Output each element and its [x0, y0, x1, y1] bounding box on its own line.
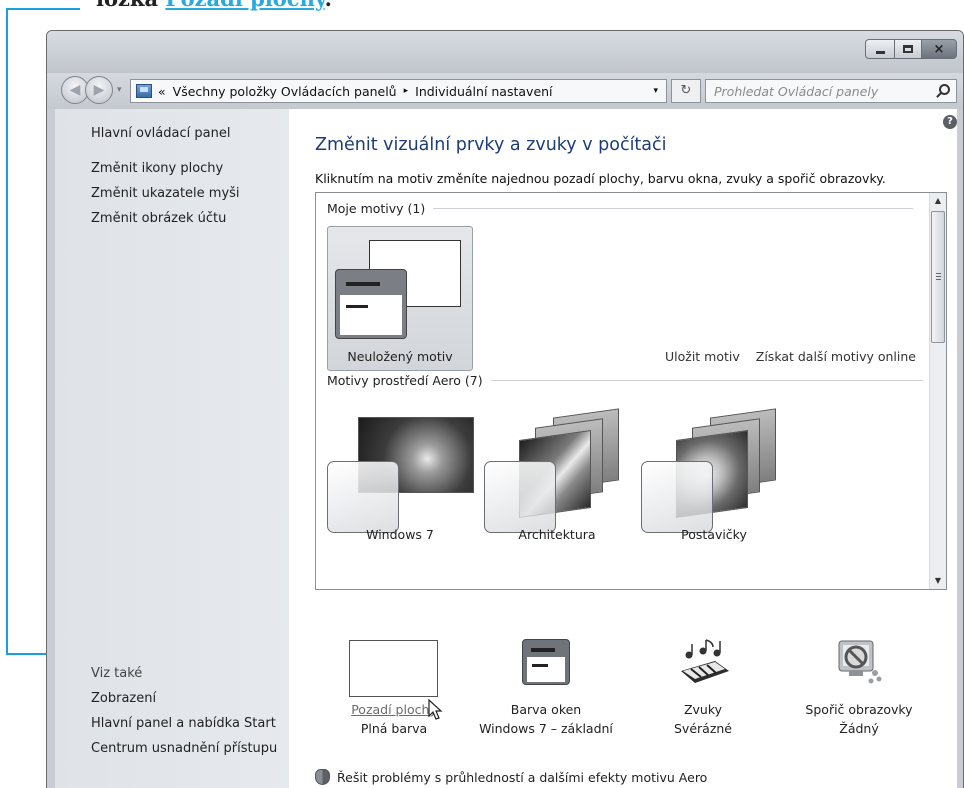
- save-theme-link[interactable]: Uložit motiv: [665, 349, 740, 364]
- help-icon[interactable]: ?: [943, 115, 957, 129]
- theme-window-glass: [327, 461, 399, 533]
- refresh-button[interactable]: ↻: [671, 79, 701, 103]
- scroll-thumb[interactable]: [931, 211, 945, 343]
- setting-label[interactable]: Spořič obrazovky: [784, 702, 934, 717]
- aero-themes-heading: Motivy prostředí Aero (7): [327, 373, 483, 388]
- setting-desktop-background[interactable]: Pozadí plochy Plná barva: [319, 702, 469, 736]
- page-title: Změnit vizuální prvky a zvuky v počítači: [315, 135, 667, 155]
- control-panel-icon: [136, 84, 152, 98]
- icon-line: [532, 664, 548, 667]
- sidebar-item-control-panel-home[interactable]: Hlavní ovládací panel: [91, 126, 230, 141]
- close-icon: ×: [933, 41, 945, 57]
- screen-saver-icon[interactable]: [835, 637, 883, 687]
- sounds-icon[interactable]: [675, 637, 731, 687]
- theme-list[interactable]: Moje motivy (1) Neuložený motiv Uložit m…: [315, 192, 947, 590]
- theme-window-glass: [641, 461, 713, 533]
- search-input[interactable]: [714, 83, 934, 99]
- shield-icon: [315, 769, 330, 785]
- address-bar[interactable]: « Všechny položky Ovládacích panelů ▸ In…: [130, 79, 667, 103]
- window-color-preview-icon: [335, 269, 407, 339]
- theme-architecture[interactable]: Architektura: [479, 408, 635, 547]
- setting-value: Plná barva: [360, 721, 428, 736]
- setting-value: Windows 7 – základní: [479, 721, 613, 736]
- forward-arrow-icon: ▶: [93, 82, 105, 98]
- recent-pages-dropdown[interactable]: ▾: [117, 85, 122, 95]
- main-content: ? Změnit vizuální prvky a zvuky v počíta…: [289, 109, 957, 788]
- group-divider: [490, 380, 923, 381]
- see-also-heading: Viz také: [91, 666, 143, 681]
- search-box: [705, 79, 957, 103]
- theme-windows-7[interactable]: Windows 7: [322, 417, 478, 547]
- preview-page: [340, 295, 402, 335]
- scroll-down-icon[interactable]: ▼: [930, 573, 946, 589]
- book-text-link: Pozadí plochy: [165, 0, 324, 11]
- setting-label[interactable]: Barva oken: [471, 702, 621, 717]
- aero-themes-group: Motivy prostředí Aero (7): [327, 373, 923, 388]
- setting-label[interactable]: Pozadí plochy: [319, 702, 469, 717]
- maximize-button[interactable]: [894, 39, 922, 59]
- scroll-up-icon[interactable]: ▲: [930, 193, 946, 209]
- title-bar[interactable]: ×: [47, 31, 963, 73]
- theme-unsaved[interactable]: Neuložený motiv: [327, 226, 473, 371]
- theme-window-glass: [484, 461, 556, 533]
- window-color-icon[interactable]: [522, 639, 570, 685]
- my-themes-heading: Moje motivy (1): [327, 201, 426, 216]
- my-themes-group: Moje motivy (1): [327, 201, 914, 216]
- aero-troubleshoot-link[interactable]: Řešit problémy s průhledností a dalšími …: [315, 769, 707, 785]
- address-dropdown-icon[interactable]: ▾: [653, 86, 658, 96]
- close-button[interactable]: ×: [921, 39, 957, 59]
- personalization-window: × ◀ ▶ ▾ « Všechny položky Ovládacích pan…: [46, 30, 964, 788]
- breadcrumb-separator-icon[interactable]: ▸: [404, 86, 409, 96]
- navigation-bar: ◀ ▶ ▾ « Všechny položky Ovládacích panel…: [47, 73, 963, 109]
- setting-value: Žádný: [839, 721, 879, 736]
- get-more-themes-link[interactable]: Získat další motivy online: [756, 349, 916, 364]
- mouse-cursor-icon: [428, 699, 443, 720]
- preview-line: [346, 305, 368, 308]
- breadcrumb-overflow[interactable]: «: [158, 84, 166, 99]
- setting-value: Svérázné: [674, 721, 732, 736]
- setting-sounds[interactable]: Zvuky Svérázné: [628, 702, 778, 736]
- theme-links: Uložit motiv Získat další motivy online: [649, 349, 916, 364]
- book-text-suffix: .: [325, 0, 332, 11]
- maximize-icon: [903, 45, 913, 53]
- sidebar: Hlavní ovládací panel Změnit ikony ploch…: [55, 109, 289, 788]
- setting-screen-saver[interactable]: Spořič obrazovky Žádný: [784, 702, 934, 736]
- breadcrumb-all-items[interactable]: Všechny položky Ovládacích panelů: [173, 84, 397, 99]
- breadcrumb-personalization[interactable]: Individuální nastavení: [415, 84, 552, 99]
- theme-unsaved-label: Neuložený motiv: [347, 349, 453, 364]
- minimize-button[interactable]: [865, 39, 895, 59]
- sidebar-item-account-picture[interactable]: Změnit obrázek účtu: [91, 211, 226, 226]
- theme-label: Windows 7: [366, 527, 434, 542]
- aero-troubleshoot-label[interactable]: Řešit problémy s průhledností a dalšími …: [337, 770, 707, 785]
- minimize-icon: [875, 50, 885, 54]
- preview-bar: [346, 282, 380, 286]
- sidebar-item-ease-of-access[interactable]: Centrum usnadnění přístupu: [91, 741, 277, 756]
- sidebar-item-taskbar[interactable]: Hlavní panel a nabídka Start: [91, 716, 276, 731]
- sidebar-item-mouse-pointers[interactable]: Změnit ukazatele myši: [91, 186, 240, 201]
- callout-line-vertical: [6, 8, 8, 654]
- forward-button[interactable]: ▶: [85, 76, 113, 104]
- search-icon[interactable]: [939, 84, 950, 95]
- theme-list-scrollbar[interactable]: ▲ ▼: [929, 193, 946, 589]
- callout-line-top: [6, 8, 80, 10]
- book-text-prefix: ložka: [96, 0, 165, 11]
- page-subtitle: Kliknutím na motiv změníte najednou poza…: [315, 171, 886, 186]
- group-divider: [433, 208, 914, 209]
- theme-label: Postavičky: [681, 527, 747, 542]
- theme-characters[interactable]: Postavičky: [636, 408, 792, 547]
- icon-bar: [531, 648, 555, 652]
- sidebar-item-desktop-icons[interactable]: Změnit ikony plochy: [91, 161, 223, 176]
- desktop-background-icon[interactable]: [349, 640, 438, 697]
- sidebar-item-display[interactable]: Zobrazení: [91, 691, 156, 706]
- book-text: ložka Pozadí plochy.: [96, 0, 332, 11]
- caption-buttons: ×: [865, 39, 957, 59]
- setting-window-color[interactable]: Barva oken Windows 7 – základní: [471, 702, 621, 736]
- theme-label: Architektura: [518, 527, 596, 542]
- icon-page: [527, 657, 565, 682]
- scroll-grip-icon: [936, 273, 941, 280]
- setting-label[interactable]: Zvuky: [628, 702, 778, 717]
